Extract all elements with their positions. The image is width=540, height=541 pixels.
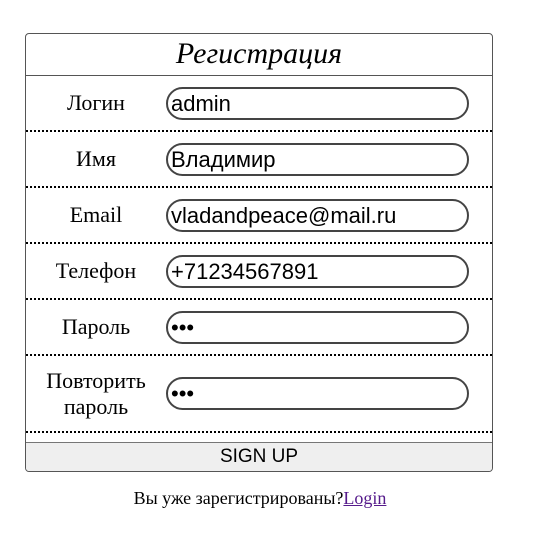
name-input[interactable]: Владимир	[166, 142, 469, 176]
phone-row: Телефон +71234567891	[26, 244, 492, 300]
sign-up-button[interactable]: SIGN UP	[26, 442, 492, 471]
email-label: Email	[69, 202, 123, 227]
repeat-password-row: Повторить пароль •••	[26, 356, 492, 433]
repeat-password-label: Повторить пароль	[26, 368, 166, 420]
repeat-password-input[interactable]: •••	[166, 377, 469, 410]
login-prompt: Вы уже зарегистрированы?Login	[0, 488, 520, 509]
login-link[interactable]: Login	[343, 488, 386, 508]
phone-input[interactable]: +71234567891	[166, 254, 469, 288]
name-label: Имя	[76, 146, 116, 171]
registration-form: Регистрация Логин admin Имя Владимир Ema…	[25, 33, 493, 472]
login-input[interactable]: admin	[166, 86, 469, 120]
login-row: Логин admin	[26, 76, 492, 132]
repeat-password-label-line2: пароль	[63, 393, 129, 419]
password-row: Пароль •••	[26, 300, 492, 356]
password-label: Пароль	[61, 314, 131, 339]
repeat-password-label-line1: Повторить	[46, 367, 146, 393]
phone-label: Телефон	[55, 258, 137, 283]
form-title: Регистрация	[26, 34, 492, 76]
login-label: Логин	[67, 90, 125, 115]
email-input[interactable]: vladandpeace@mail.ru	[166, 198, 469, 232]
password-input[interactable]: •••	[166, 310, 469, 344]
already-registered-text: Вы уже зарегистрированы?	[133, 488, 344, 508]
name-row: Имя Владимир	[26, 132, 492, 188]
email-row: Email vladandpeace@mail.ru	[26, 188, 492, 244]
